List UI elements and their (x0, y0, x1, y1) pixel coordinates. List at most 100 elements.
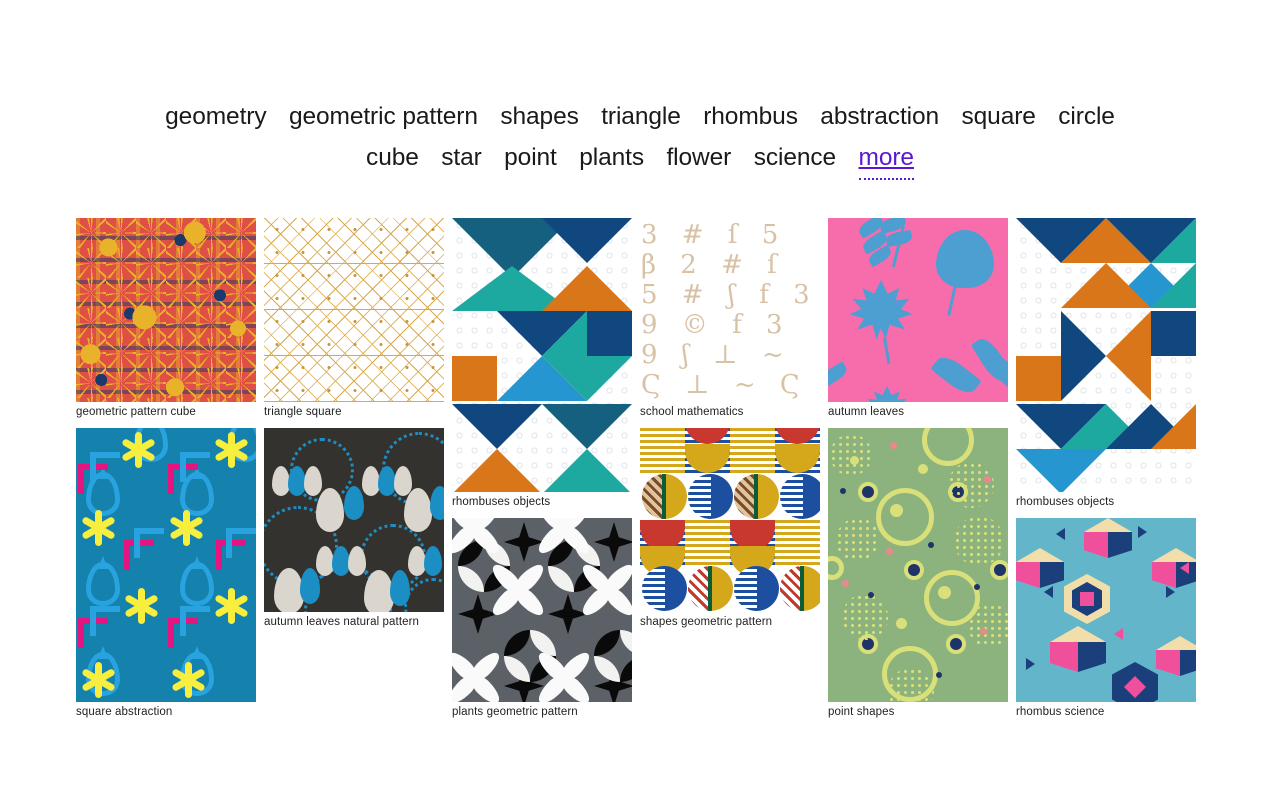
dot (950, 638, 962, 650)
triangle-shape (1061, 311, 1106, 401)
tag-rhombus[interactable]: rhombus (703, 98, 798, 136)
tag-abstraction[interactable]: abstraction (820, 98, 939, 136)
thumbnail-caption[interactable]: autumn leaves natural pattern (264, 615, 444, 629)
tag-row-1: geometry geometric pattern shapes triang… (0, 98, 1280, 139)
leaf-icon (394, 466, 412, 496)
gallery-card[interactable]: rhombuses objects (1016, 218, 1196, 509)
gallery-card[interactable]: autumn leaves (828, 218, 1008, 419)
tag-geometry[interactable]: geometry (165, 98, 266, 136)
triangle-shape (542, 404, 632, 449)
tag-flower[interactable]: flower (666, 139, 731, 177)
stem (883, 337, 890, 364)
thumbnail-triangle-square[interactable] (264, 218, 444, 402)
triangle-shape (542, 218, 632, 263)
thumbnail-autumn-leaves[interactable] (828, 218, 1008, 402)
math-symbols: 3 # ſ 5 β 2 # ſ 5 # ʃ f 3 9 © f 3 9 ʃ ⊥ … (641, 220, 816, 402)
tag-star[interactable]: star (441, 139, 482, 177)
thumbnail-caption[interactable]: rhombus science (1016, 705, 1196, 719)
tag-cube[interactable]: cube (366, 139, 419, 177)
circle-shape (734, 566, 779, 611)
triangle-shape (1114, 628, 1123, 640)
triangle-shape (1151, 263, 1196, 308)
gallery-card[interactable]: triangle square (264, 218, 444, 419)
tag-cloud: geometry geometric pattern shapes triang… (0, 0, 1280, 180)
gallery-card[interactable]: geometric pattern cube (76, 218, 256, 419)
circle-shape (688, 566, 733, 611)
droplet-icon (86, 556, 120, 606)
thumbnail-caption[interactable]: plants geometric pattern (452, 705, 632, 719)
gallery-card[interactable]: square abstraction (76, 428, 256, 719)
gallery-card[interactable]: rhombuses objects (452, 218, 632, 509)
tag-science[interactable]: science (754, 139, 836, 177)
dot (908, 564, 920, 576)
corner-bracket-icon (180, 452, 210, 482)
thumbnail-rhombus-science[interactable] (1016, 518, 1196, 702)
triangle-shape (1138, 526, 1147, 538)
thumbnail-rhombuses-objects-b[interactable] (1016, 218, 1196, 492)
thumbnail-rhombuses-objects-a[interactable] (452, 218, 632, 492)
corner-bracket-icon (134, 528, 164, 558)
corner-bracket-icon (90, 606, 120, 636)
dot (890, 442, 897, 449)
gallery-card[interactable]: plants geometric pattern (452, 518, 632, 719)
square-shape (1151, 311, 1196, 356)
thumbnail-geometric-pattern-cube[interactable] (76, 218, 256, 402)
circle-shape (688, 474, 733, 519)
gallery-card[interactable]: shapes geometric pattern (640, 428, 820, 629)
tag-plants[interactable]: plants (579, 139, 644, 177)
thumbnail-caption[interactable]: triangle square (264, 405, 444, 419)
tag-geometric-pattern[interactable]: geometric pattern (289, 98, 478, 136)
gallery-card[interactable]: 3 # ſ 5 β 2 # ſ 5 # ʃ f 3 9 © f 3 9 ʃ ⊥ … (640, 218, 820, 419)
dot (918, 464, 928, 474)
tag-point[interactable]: point (504, 139, 557, 177)
dot (938, 586, 951, 599)
triangle-shape (1061, 263, 1151, 308)
thumbnail-caption[interactable]: rhombuses objects (452, 495, 632, 509)
halftone-dots (836, 518, 880, 562)
thumbnail-point-shapes[interactable] (828, 428, 1008, 702)
triangle-shape (452, 449, 542, 492)
circle-shape (642, 566, 687, 611)
thumbnail-autumn-leaves-natural-pattern[interactable] (264, 428, 444, 612)
triangle-shape (1056, 528, 1065, 540)
circle-shape (734, 474, 779, 519)
thumbnail-plants-geometric-pattern[interactable] (452, 518, 632, 702)
circle-shape (642, 474, 687, 519)
dot (896, 618, 907, 629)
thumbnail-school-mathematics[interactable]: 3 # ſ 5 β 2 # ſ 5 # ʃ f 3 9 © f 3 9 ʃ ⊥ … (640, 218, 820, 402)
thumbnail-caption[interactable]: point shapes (828, 705, 1008, 719)
triangle-shape (1151, 404, 1196, 449)
tag-square[interactable]: square (962, 98, 1036, 136)
leaf-icon (390, 570, 410, 606)
tag-triangle[interactable]: triangle (601, 98, 681, 136)
thumbnail-caption[interactable]: geometric pattern cube (76, 405, 256, 419)
leaf-icon (828, 361, 850, 389)
thumbnail-caption[interactable]: shapes geometric pattern (640, 615, 820, 629)
dot (994, 564, 1006, 576)
triangle-shape (1044, 586, 1053, 598)
tag-circle[interactable]: circle (1058, 98, 1115, 136)
corner-bracket-icon (180, 606, 210, 636)
gallery-card[interactable]: rhombus science (1016, 518, 1196, 719)
thumbnail-shapes-geometric-pattern[interactable] (640, 428, 820, 612)
tag-shapes[interactable]: shapes (500, 98, 579, 136)
thumbnail-caption[interactable]: square abstraction (76, 705, 256, 719)
leaf-icon (304, 466, 322, 496)
more-tags-link[interactable]: more (858, 139, 915, 180)
circle-outline (876, 488, 934, 546)
thumbnail-caption[interactable]: autumn leaves (828, 405, 1008, 419)
circle-outline (828, 556, 844, 580)
circle-shape (780, 566, 820, 611)
thumbnail-caption[interactable]: school mathematics (640, 405, 820, 419)
star-shape (458, 594, 498, 634)
gallery-card[interactable]: point shapes (828, 428, 1008, 719)
thumbnail-caption[interactable]: rhombuses objects (1016, 495, 1196, 509)
square-shape (1016, 356, 1061, 401)
stripe-panel (640, 428, 685, 473)
gallery-card[interactable]: autumn leaves natural pattern (264, 428, 444, 629)
stripe-panel (775, 520, 820, 565)
square-shape (1080, 592, 1094, 606)
dot (928, 542, 934, 548)
halftone-dots (968, 604, 1008, 648)
thumbnail-square-abstraction[interactable] (76, 428, 256, 702)
